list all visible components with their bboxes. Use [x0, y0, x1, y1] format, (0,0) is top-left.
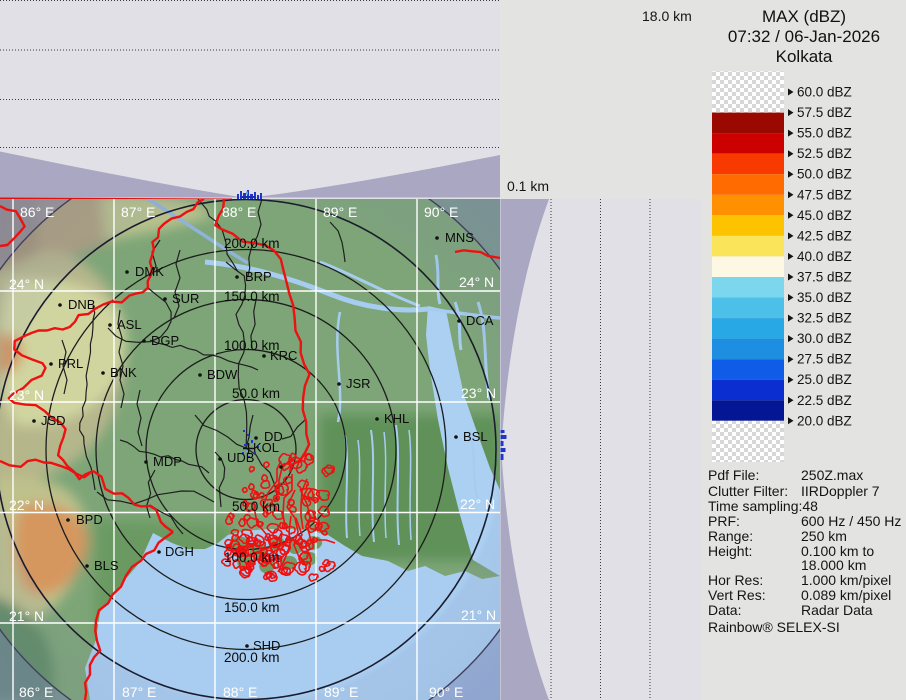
svg-text:24° N: 24° N	[459, 274, 494, 290]
svg-text:JSR: JSR	[346, 376, 371, 391]
svg-text:37.5 dBZ: 37.5 dBZ	[797, 270, 852, 285]
svg-text:DNB: DNB	[68, 297, 95, 312]
svg-text:25.0 dBZ: 25.0 dBZ	[797, 372, 852, 387]
svg-text:DCA: DCA	[466, 313, 494, 328]
svg-text:1.000 km/pixel: 1.000 km/pixel	[801, 572, 891, 588]
svg-text:89° E: 89° E	[324, 684, 358, 700]
svg-text:0.1 km: 0.1 km	[507, 178, 549, 194]
svg-text:52.5 dBZ: 52.5 dBZ	[797, 146, 852, 161]
svg-text:40.0 dBZ: 40.0 dBZ	[797, 249, 852, 264]
svg-text:BSL: BSL	[463, 429, 488, 444]
svg-text:18.000 km: 18.000 km	[801, 557, 866, 573]
svg-text:BLS: BLS	[94, 558, 119, 573]
svg-text:0.089 km/pixel: 0.089 km/pixel	[801, 587, 891, 603]
svg-text:BDW: BDW	[207, 367, 238, 382]
svg-text:BNK: BNK	[110, 365, 137, 380]
svg-text:50.0 km: 50.0 km	[232, 499, 280, 514]
svg-text:ASL: ASL	[117, 317, 142, 332]
svg-text:Range:: Range:	[708, 528, 753, 544]
svg-text:32.5 dBZ: 32.5 dBZ	[797, 311, 852, 326]
svg-text:22° N: 22° N	[9, 497, 44, 513]
svg-text:MDP: MDP	[153, 454, 182, 469]
svg-text:24° N: 24° N	[9, 276, 44, 292]
svg-text:Vert Res:: Vert Res:	[708, 587, 766, 603]
svg-text:50.0 km: 50.0 km	[232, 386, 280, 401]
svg-text:200.0 km: 200.0 km	[224, 236, 280, 251]
svg-text:20.0 dBZ: 20.0 dBZ	[797, 413, 852, 428]
svg-text:87° E: 87° E	[122, 684, 156, 700]
svg-text:MNS: MNS	[445, 230, 474, 245]
svg-text:90° E: 90° E	[424, 204, 458, 220]
svg-text:KOL: KOL	[253, 440, 279, 455]
svg-text:89° E: 89° E	[323, 204, 357, 220]
svg-text:600 Hz / 450 Hz: 600 Hz / 450 Hz	[801, 513, 901, 529]
svg-text:07:32 / 06-Jan-2026: 07:32 / 06-Jan-2026	[728, 27, 880, 46]
svg-text:SUR: SUR	[172, 291, 199, 306]
svg-text:100.0 km: 100.0 km	[224, 550, 280, 565]
svg-text:27.5 dBZ: 27.5 dBZ	[797, 352, 852, 367]
svg-text:JSD: JSD	[41, 413, 66, 428]
svg-text:23° N: 23° N	[461, 385, 496, 401]
svg-text:BRP: BRP	[245, 269, 272, 284]
svg-text:250Z.max: 250Z.max	[801, 467, 863, 483]
svg-text:88° E: 88° E	[223, 684, 257, 700]
svg-text:86° E: 86° E	[20, 204, 54, 220]
svg-text:IIRDoppler 7: IIRDoppler 7	[801, 483, 880, 499]
svg-text:45.0 dBZ: 45.0 dBZ	[797, 208, 852, 223]
svg-text:Hor Res:: Hor Res:	[708, 572, 763, 588]
svg-text:87° E: 87° E	[121, 204, 155, 220]
svg-text:Kolkata: Kolkata	[776, 47, 833, 66]
svg-text:55.0 dBZ: 55.0 dBZ	[797, 126, 852, 141]
svg-text:Radar Data: Radar Data	[801, 602, 873, 618]
svg-text:42.5 dBZ: 42.5 dBZ	[797, 228, 852, 243]
svg-text:BPD: BPD	[76, 512, 103, 527]
svg-text:DMK: DMK	[135, 264, 164, 279]
svg-text:30.0 dBZ: 30.0 dBZ	[797, 331, 852, 346]
svg-text:86° E: 86° E	[19, 684, 53, 700]
svg-text:DGH: DGH	[165, 544, 194, 559]
svg-text:50.0 dBZ: 50.0 dBZ	[797, 167, 852, 182]
svg-text:Data:: Data:	[708, 602, 741, 618]
svg-text:Clutter Filter:: Clutter Filter:	[708, 483, 788, 499]
svg-text:88° E: 88° E	[222, 204, 256, 220]
svg-text:90° E: 90° E	[429, 684, 463, 700]
svg-text:MAX (dBZ): MAX (dBZ)	[762, 7, 846, 26]
svg-text:35.0 dBZ: 35.0 dBZ	[797, 290, 852, 305]
svg-text:150.0 km: 150.0 km	[224, 289, 280, 304]
svg-text:Time sampling:48: Time sampling:48	[708, 498, 818, 514]
svg-text:23° N: 23° N	[9, 387, 44, 403]
svg-text:Height:: Height:	[708, 543, 752, 559]
svg-text:150.0 km: 150.0 km	[224, 600, 280, 615]
svg-text:DGP: DGP	[151, 333, 179, 348]
svg-text:22° N: 22° N	[460, 496, 495, 512]
svg-text:18.0 km: 18.0 km	[642, 8, 692, 24]
svg-text:21° N: 21° N	[9, 608, 44, 624]
svg-text:60.0 dBZ: 60.0 dBZ	[797, 85, 852, 100]
svg-text:PRL: PRL	[58, 356, 83, 371]
svg-text:57.5 dBZ: 57.5 dBZ	[797, 105, 852, 120]
svg-text:Rainbow® SELEX-SI: Rainbow® SELEX-SI	[708, 619, 840, 635]
svg-text:KHL: KHL	[384, 411, 409, 426]
svg-text:22.5 dBZ: 22.5 dBZ	[797, 393, 852, 408]
svg-text:KRC: KRC	[270, 348, 297, 363]
svg-text:UDB: UDB	[227, 450, 254, 465]
svg-text:250 km: 250 km	[801, 528, 847, 544]
svg-text:PRF:: PRF:	[708, 513, 740, 529]
svg-text:21° N: 21° N	[461, 607, 496, 623]
svg-text:Pdf File:: Pdf File:	[708, 467, 759, 483]
svg-text:47.5 dBZ: 47.5 dBZ	[797, 187, 852, 202]
svg-text:SHD: SHD	[253, 638, 280, 653]
